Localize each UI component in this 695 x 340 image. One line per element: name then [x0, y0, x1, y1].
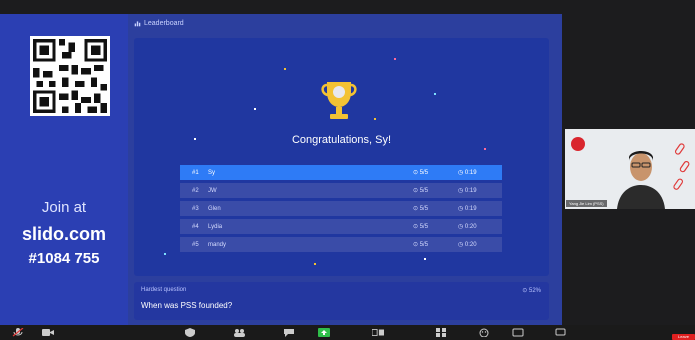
share-screen-icon[interactable] — [318, 328, 330, 337]
whiteboard-icon[interactable] — [512, 328, 524, 337]
confetti — [434, 93, 436, 95]
more-icon[interactable] — [555, 328, 567, 337]
time-value: 0:20 — [464, 224, 477, 230]
rank: #1 — [192, 169, 199, 176]
confetti — [194, 138, 196, 140]
leaderboard-row: #2 JW ⊙ 5/5 ◷ 0:19 — [180, 183, 502, 198]
leaderboard-row: #1 Sy ⊙ 5/5 ◷ 0:19 — [180, 165, 502, 180]
rank: #4 — [192, 223, 199, 230]
leaderboard-card: Congratulations, Sy! #1 Sy ⊙ 5/5 ◷ 0:19 … — [134, 38, 549, 276]
panel-title-text: Leaderboard — [144, 20, 184, 27]
event-code: #1084 755 — [28, 250, 100, 267]
time-value: 0:19 — [464, 170, 477, 176]
rank: #5 — [192, 241, 199, 248]
time: ◷ 0:20 — [458, 242, 477, 248]
hardest-question-percent: ⊙ 52% — [522, 288, 541, 294]
participants-icon[interactable] — [233, 328, 245, 337]
qr-code-icon — [30, 36, 110, 116]
leaderboard-row: #4 Lydia ⊙ 5/5 ◷ 0:20 — [180, 219, 502, 234]
organization-logo-icon — [571, 137, 585, 151]
congratulations-text: Congratulations, Sy! — [291, 134, 392, 146]
record-icon[interactable] — [372, 328, 384, 337]
time-value: 0:19 — [464, 206, 477, 212]
rank: #3 — [192, 205, 199, 212]
confetti — [484, 148, 486, 150]
time: ◷ 0:20 — [458, 224, 477, 230]
leaderboard-row: #3 Glen ⊙ 5/5 ◷ 0:19 — [180, 201, 502, 216]
join-domain: slido.com — [21, 224, 106, 244]
leave-button[interactable]: Leave — [672, 334, 695, 340]
confetti — [394, 58, 396, 60]
time-value: 0:20 — [464, 242, 477, 248]
score: ⊙ 5/5 — [413, 188, 429, 194]
time: ◷ 0:19 — [458, 170, 477, 176]
confetti — [254, 108, 256, 110]
decorative-capsules-icon — [673, 143, 690, 190]
hardest-question-text: When was PSS founded? — [141, 301, 233, 310]
panel-title: Leaderboard — [134, 20, 184, 27]
time: ◷ 0:19 — [458, 188, 477, 194]
time-value: 0:19 — [464, 188, 477, 194]
chat-icon[interactable] — [283, 328, 295, 337]
participant-video-tile[interactable]: Yang Jie Lim (PSS) — [565, 129, 695, 209]
score: ⊙ 5/5 — [413, 206, 429, 212]
confetti — [284, 68, 286, 70]
hardest-question-panel: Hardest question When was PSS founded? ⊙… — [134, 282, 549, 320]
leaderboard-panel: Leaderboard Congratulations, Sy! #1 Sy ⊙… — [128, 14, 562, 325]
leaderboard-icon — [134, 21, 141, 27]
score-value: 5/5 — [419, 188, 429, 194]
shared-slide: Join at slido.com #1084 755 Leaderboard — [0, 14, 562, 325]
security-icon[interactable] — [184, 328, 196, 337]
score-value: 5/5 — [419, 224, 429, 230]
leaderboard-list: #1 Sy ⊙ 5/5 ◷ 0:19 #2 JW ⊙ 5/5 ◷ 0:19 #3… — [180, 165, 502, 255]
camera-icon[interactable] — [42, 328, 54, 337]
percent-value: 52% — [528, 288, 541, 294]
score-value: 5/5 — [419, 170, 429, 176]
microphone-icon[interactable] — [12, 328, 24, 337]
trophy-icon — [321, 82, 357, 119]
reactions-icon[interactable] — [478, 328, 490, 337]
meeting-toolbar — [0, 325, 695, 340]
rank: #2 — [192, 187, 199, 194]
participant-avatar — [617, 151, 665, 209]
score: ⊙ 5/5 — [413, 170, 429, 176]
confetti — [424, 258, 426, 260]
time: ◷ 0:19 — [458, 206, 477, 212]
confetti — [314, 263, 316, 265]
confetti — [164, 253, 166, 255]
hardest-question-label: Hardest question — [141, 287, 187, 293]
score: ⊙ 5/5 — [413, 224, 429, 230]
score: ⊙ 5/5 — [413, 242, 429, 248]
leaderboard-row: #5 mandy ⊙ 5/5 ◷ 0:20 — [180, 237, 502, 252]
score-value: 5/5 — [419, 206, 429, 212]
join-sidebar: Join at slido.com #1084 755 — [0, 14, 128, 325]
participant-name-label: Yang Jie Lim (PSS) — [566, 200, 607, 207]
confetti — [374, 118, 376, 120]
join-label: Join at — [41, 199, 87, 216]
apps-icon[interactable] — [435, 328, 447, 337]
score-value: 5/5 — [419, 242, 429, 248]
meeting-screen: Join at slido.com #1084 755 Leaderboard — [0, 0, 695, 340]
